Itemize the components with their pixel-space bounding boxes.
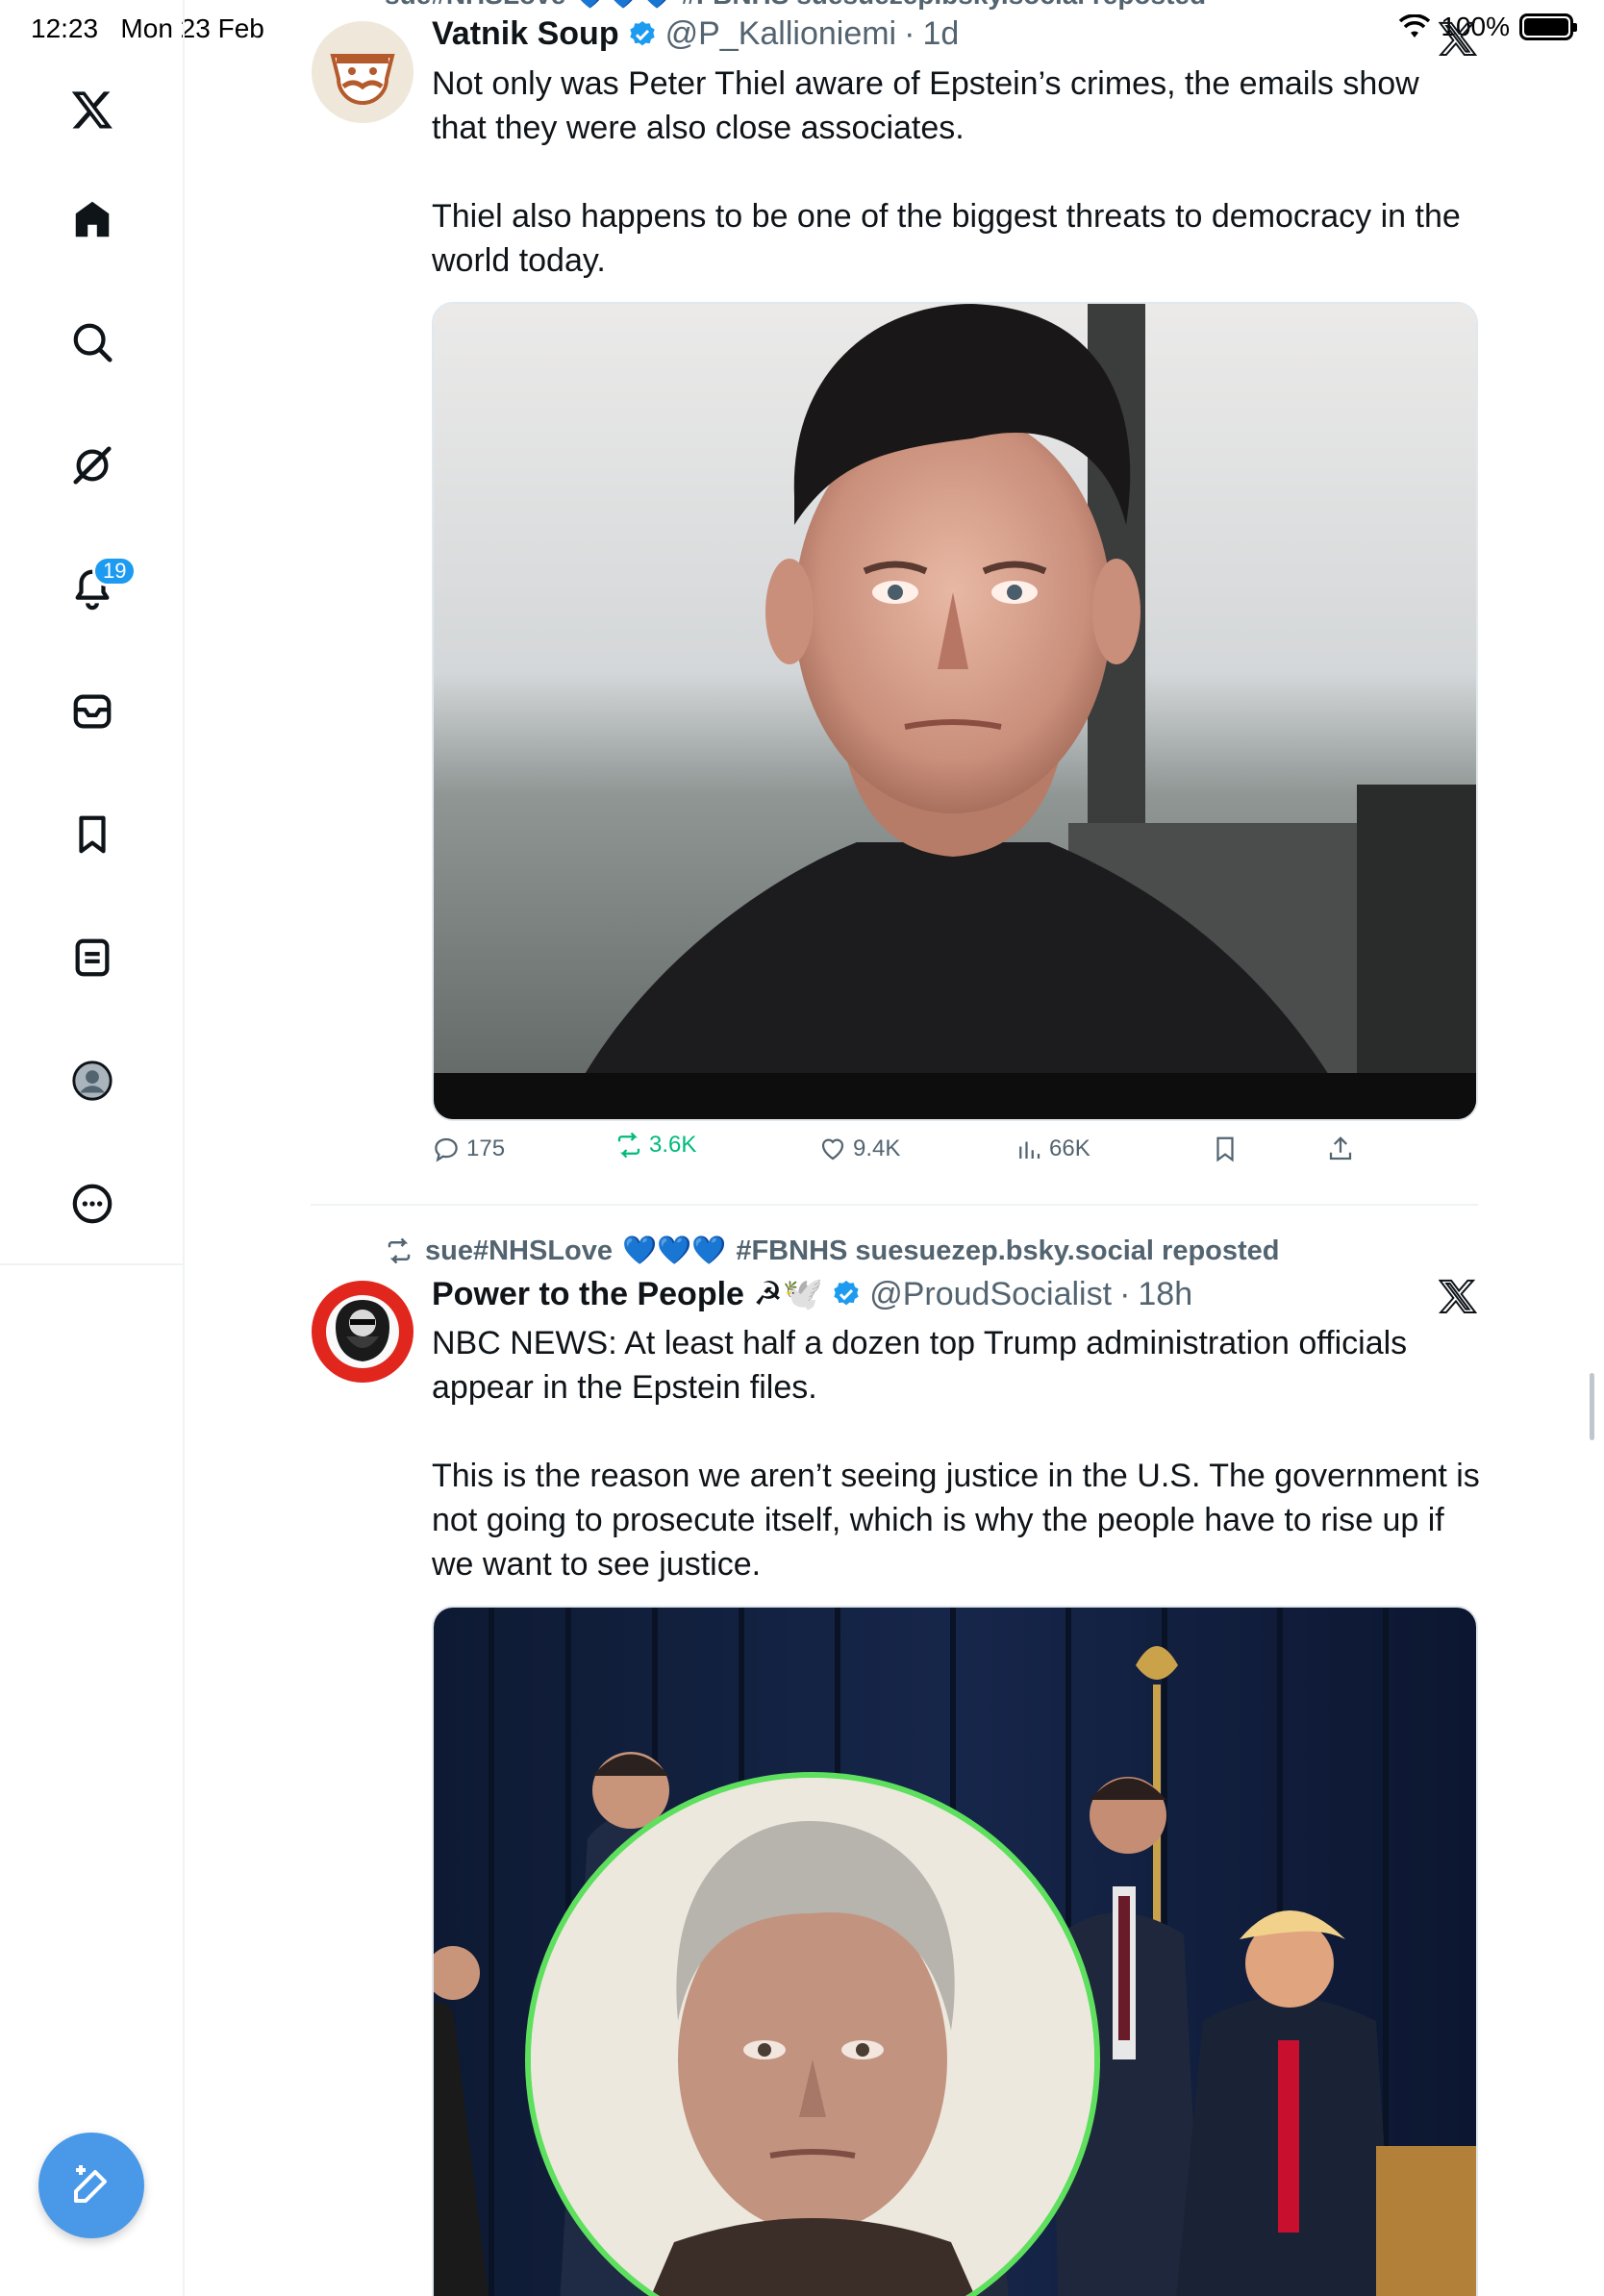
separator-dot: · [904, 15, 915, 52]
reply-button[interactable]: 175 [432, 1135, 505, 1163]
home-icon[interactable] [63, 190, 121, 248]
views-count: 66K [1049, 1136, 1090, 1161]
tweet-text: Not only was Peter Thiel aware of Epstei… [432, 65, 1461, 279]
display-name[interactable]: Power to the People ☭🕊️ [432, 1275, 823, 1313]
portrait-avatar-icon [312, 1281, 414, 1383]
sidebar-divider [0, 1263, 185, 1265]
scrollbar-thumb[interactable] [1590, 1373, 1594, 1440]
verified-badge-icon [629, 20, 655, 45]
analytics-icon [1019, 1141, 1040, 1159]
tweet-text: NBC NEWS: At least half a dozen top Trum… [432, 1325, 1480, 1583]
share-icon [1329, 1136, 1352, 1160]
handle[interactable]: @P_Kallioniemi [665, 15, 897, 53]
repost-icon [388, 1237, 411, 1264]
compose-button[interactable] [38, 2133, 144, 2238]
x-logo-icon[interactable] [1439, 1277, 1477, 1315]
like-count: 9.4K [853, 1136, 901, 1161]
repost-tail: #FBNHS suesuezep.bsky.social reposted [736, 1235, 1280, 1266]
repost-indicator: sue#NHSLove 💙💙💙 #FBNHS suesuezep.bsky.soci… [383, 1235, 1280, 1267]
avatar[interactable] [312, 21, 414, 123]
bookmark-icon [1216, 1136, 1234, 1162]
reply-icon [435, 1137, 458, 1162]
bookmark-button[interactable] [1211, 1135, 1240, 1163]
avatar[interactable] [312, 1281, 414, 1383]
x-logo-icon[interactable] [63, 81, 121, 138]
bookmarks-icon[interactable] [63, 806, 121, 863]
tweet-header: Power to the People ☭🕊️ @ProudSocialist … [432, 1275, 1192, 1313]
lists-icon[interactable] [63, 929, 121, 986]
more-icon[interactable] [63, 1175, 121, 1233]
photo-man-portrait [434, 304, 1476, 1119]
tweet-image[interactable] [432, 1606, 1478, 2296]
tweet-header: Vatnik Soup @P_Kallioniemi · 1d [432, 15, 959, 53]
heart-icon [821, 1138, 844, 1160]
sidebar: 19 [0, 0, 185, 2296]
repost-user[interactable]: sue#NHSLove [425, 1235, 613, 1267]
repost-indicator-partial: sue#NHSLove 💙💙💙 #FBNHS suesuezep.bsky.so… [385, 0, 1206, 11]
repost-icon [617, 1132, 640, 1159]
repost-count: 3.6K [649, 1132, 697, 1158]
repost-button[interactable]: 3.6K [614, 1131, 696, 1160]
tweet-image[interactable] [432, 302, 1478, 1121]
search-icon[interactable] [63, 313, 121, 371]
soup-bowl-avatar-icon [312, 21, 414, 123]
messages-icon[interactable] [63, 683, 121, 740]
share-button[interactable] [1326, 1135, 1355, 1163]
handle[interactable]: @ProudSocialist [869, 1276, 1112, 1313]
tweet-actions: 175 3.6K 9.4K 66K [432, 1132, 1480, 1179]
verified-badge-icon [834, 1281, 859, 1306]
separator-dot: · [1119, 1275, 1131, 1312]
notifications-badge: 19 [92, 556, 138, 586]
x-logo-icon[interactable] [1439, 19, 1477, 58]
views-button[interactable]: 66K [1015, 1135, 1090, 1163]
reply-count: 175 [466, 1136, 506, 1161]
grok-icon[interactable] [63, 437, 121, 494]
like-button[interactable]: 9.4K [818, 1135, 900, 1163]
profile-icon[interactable] [63, 1052, 121, 1110]
timestamp[interactable]: 18h [1138, 1276, 1192, 1313]
tweet-divider [311, 1204, 1478, 1206]
display-name[interactable]: Vatnik Soup [432, 15, 619, 53]
timestamp[interactable]: 1d [922, 15, 959, 53]
repost-user-hearts: 💙💙💙 [622, 1235, 727, 1266]
photo-officials-signing [434, 1608, 1476, 2296]
compose-icon [74, 2165, 107, 2203]
